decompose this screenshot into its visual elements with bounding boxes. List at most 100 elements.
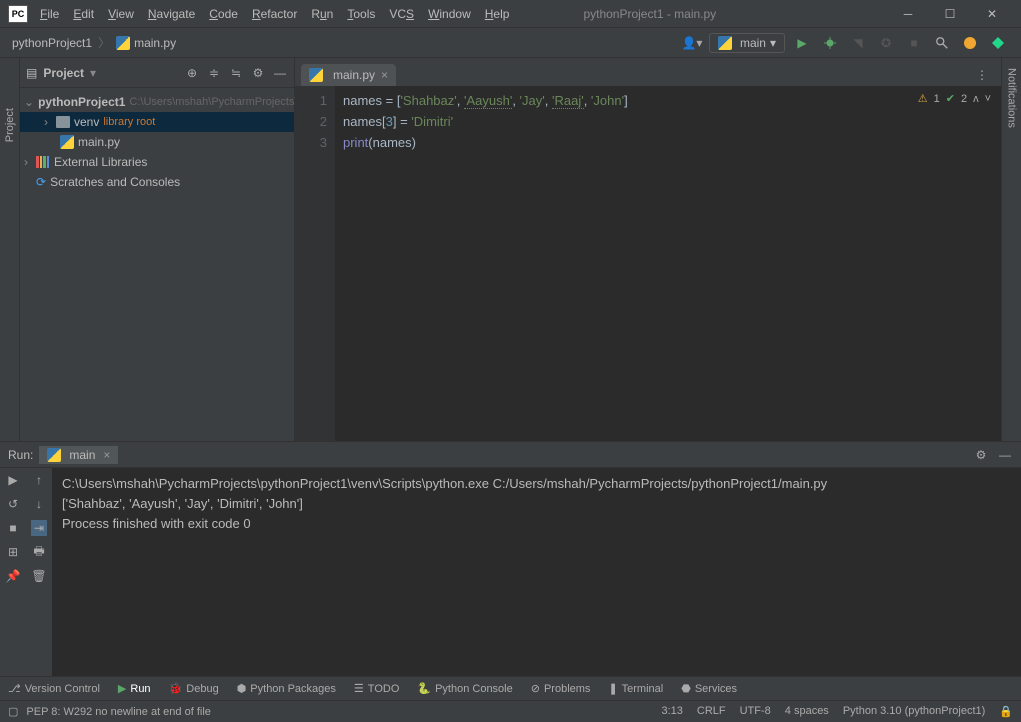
menu-view[interactable]: View <box>108 7 134 21</box>
bottom-tool-tabs: ⎇Version Control ▶Run 🐞Debug ⬢Python Pac… <box>0 676 1021 700</box>
tab-python-packages[interactable]: ⬢Python Packages <box>237 682 336 695</box>
chevron-down-icon[interactable]: ▾ <box>90 66 96 80</box>
rerun-failed-button[interactable]: ↺ <box>5 496 21 512</box>
tree-venv[interactable]: › venv library root <box>20 112 294 132</box>
console-icon: 🐍 <box>417 682 431 695</box>
project-tool-tab[interactable]: Project <box>4 108 16 142</box>
inspection-widget[interactable]: ⚠1 ✔2 ʌ ˅ <box>918 92 991 105</box>
print-icon[interactable]: 🖶 <box>31 544 47 560</box>
warning-icon: ⚠ <box>918 92 928 105</box>
lock-icon[interactable]: 🔒 <box>999 705 1013 718</box>
tab-run[interactable]: ▶Run <box>118 682 151 695</box>
add-user-icon[interactable]: 👤▾ <box>681 32 703 54</box>
package-icon: ⬢ <box>237 682 247 695</box>
window-title: pythonProject1 - main.py <box>583 7 716 21</box>
layout-button[interactable]: ⊞ <box>5 544 21 560</box>
menu-window[interactable]: Window <box>428 7 471 21</box>
search-everywhere-button[interactable] <box>931 32 953 54</box>
breadcrumb-file[interactable]: main.py <box>134 36 176 50</box>
run-button[interactable]: ▶ <box>791 32 813 54</box>
close-button[interactable]: ✕ <box>971 1 1013 26</box>
prev-highlight-icon[interactable]: ʌ <box>973 93 979 105</box>
tab-version-control[interactable]: ⎇Version Control <box>8 682 100 695</box>
tab-terminal[interactable]: ❚Terminal <box>608 682 663 695</box>
python-icon <box>47 448 61 462</box>
profile-button[interactable]: ✪ <box>875 32 897 54</box>
clear-all-icon[interactable]: 🗑 <box>31 568 47 584</box>
code-content[interactable]: names = ['Shahbaz', 'Aayush', 'Jay', 'Ra… <box>335 86 1001 441</box>
coverage-button[interactable]: ◥ <box>847 32 869 54</box>
notifications-tool-tab[interactable]: Notifications <box>1006 68 1018 128</box>
run-tool-window: Run: main × ⚙ — ▶ ↺ ■ ⊞ 📌 ↑ ↓ ⇥ 🖶 🗑 C:\U… <box>0 441 1021 676</box>
editor-tab-main[interactable]: main.py × <box>301 64 396 86</box>
tool-windows-icon[interactable]: ▢ <box>8 705 18 718</box>
tab-services[interactable]: ⬣Services <box>681 682 737 695</box>
ide-update-icon[interactable] <box>959 32 981 54</box>
menu-vcs[interactable]: VCS <box>389 7 414 21</box>
up-stack-icon[interactable]: ↑ <box>31 472 47 488</box>
tab-python-console[interactable]: 🐍Python Console <box>417 682 512 695</box>
select-opened-file-icon[interactable]: ⊕ <box>184 65 200 81</box>
minimize-button[interactable]: ─ <box>887 1 929 26</box>
editor-tab-bar: main.py × ⋮ <box>295 58 1001 86</box>
indent-setting[interactable]: 4 spaces <box>785 705 829 718</box>
menu-file[interactable]: File <box>40 7 59 21</box>
code-with-me-icon[interactable] <box>987 32 1009 54</box>
menu-navigate[interactable]: Navigate <box>148 7 195 21</box>
tree-root[interactable]: ⌄ pythonProject1 C:\Users\mshah\PycharmP… <box>20 92 294 112</box>
tab-problems[interactable]: ⊘Problems <box>531 682 591 695</box>
menu-edit[interactable]: Edit <box>73 7 94 21</box>
interpreter[interactable]: Python 3.10 (pythonProject1) <box>843 705 985 718</box>
debug-button[interactable] <box>819 32 841 54</box>
menu-tools[interactable]: Tools <box>347 7 375 21</box>
stop-run-button[interactable]: ■ <box>5 520 21 536</box>
expand-all-icon[interactable]: ≑ <box>206 65 222 81</box>
menu-run[interactable]: Run <box>311 7 333 21</box>
tab-todo[interactable]: ☰TODO <box>354 682 399 695</box>
settings-icon[interactable]: ⚙ <box>250 65 266 81</box>
rerun-button[interactable]: ▶ <box>5 472 21 488</box>
line-separator[interactable]: CRLF <box>697 705 726 718</box>
line-gutter: 1 2 3 <box>295 86 335 441</box>
run-output[interactable]: C:\Users\mshah\PycharmProjects\pythonPro… <box>52 468 1021 676</box>
hide-panel-icon[interactable]: — <box>272 65 288 81</box>
todo-icon: ☰ <box>354 682 364 695</box>
run-toolbar-left-2: ↑ ↓ ⇥ 🖶 🗑 <box>26 468 52 676</box>
python-file-icon <box>309 68 323 82</box>
project-panel-header: ▤ Project ▾ ⊕ ≑ ≒ ⚙ — <box>20 58 294 88</box>
typo-icon: ✔ <box>946 92 955 105</box>
maximize-button[interactable]: ☐ <box>929 1 971 26</box>
next-highlight-icon[interactable]: ˅ <box>985 93 991 105</box>
tree-scratches[interactable]: ⟳ Scratches and Consoles <box>20 172 294 192</box>
run-configuration-selector[interactable]: main ▾ <box>709 33 785 53</box>
breadcrumb-project[interactable]: pythonProject1 <box>12 36 92 50</box>
main-area: Project Bookmarks Structure ▤ Project ▾ … <box>0 58 1021 441</box>
caret-position[interactable]: 3:13 <box>661 705 682 718</box>
run-panel-tab[interactable]: main × <box>39 446 118 464</box>
python-icon <box>718 36 732 50</box>
problems-icon: ⊘ <box>531 682 540 695</box>
down-stack-icon[interactable]: ↓ <box>31 496 47 512</box>
menu-help[interactable]: Help <box>485 7 510 21</box>
hide-run-panel-icon[interactable]: — <box>997 447 1013 463</box>
run-settings-icon[interactable]: ⚙ <box>973 447 989 463</box>
editor-more-icon[interactable]: ⋮ <box>971 64 993 86</box>
menu-refactor[interactable]: Refactor <box>252 7 297 21</box>
file-encoding[interactable]: UTF-8 <box>740 705 771 718</box>
code-editor[interactable]: 1 2 3 names = ['Shahbaz', 'Aayush', 'Jay… <box>295 86 1001 441</box>
menu-code[interactable]: Code <box>209 7 238 21</box>
close-tab-icon[interactable]: × <box>381 68 388 82</box>
tree-external-libraries[interactable]: › External Libraries <box>20 152 294 172</box>
tree-main-file[interactable]: main.py <box>20 132 294 152</box>
terminal-icon: ❚ <box>608 682 617 695</box>
close-icon[interactable]: × <box>103 448 110 462</box>
pin-button[interactable]: 📌 <box>5 568 21 584</box>
stop-button[interactable]: ■ <box>903 32 925 54</box>
external-libraries-icon <box>36 156 50 168</box>
tab-debug[interactable]: 🐞Debug <box>169 682 219 695</box>
vcs-icon: ⎇ <box>8 682 21 695</box>
collapse-all-icon[interactable]: ≒ <box>228 65 244 81</box>
soft-wrap-icon[interactable]: ⇥ <box>31 520 47 536</box>
project-tree: ⌄ pythonProject1 C:\Users\mshah\PycharmP… <box>20 88 294 196</box>
python-file-icon <box>60 135 74 149</box>
